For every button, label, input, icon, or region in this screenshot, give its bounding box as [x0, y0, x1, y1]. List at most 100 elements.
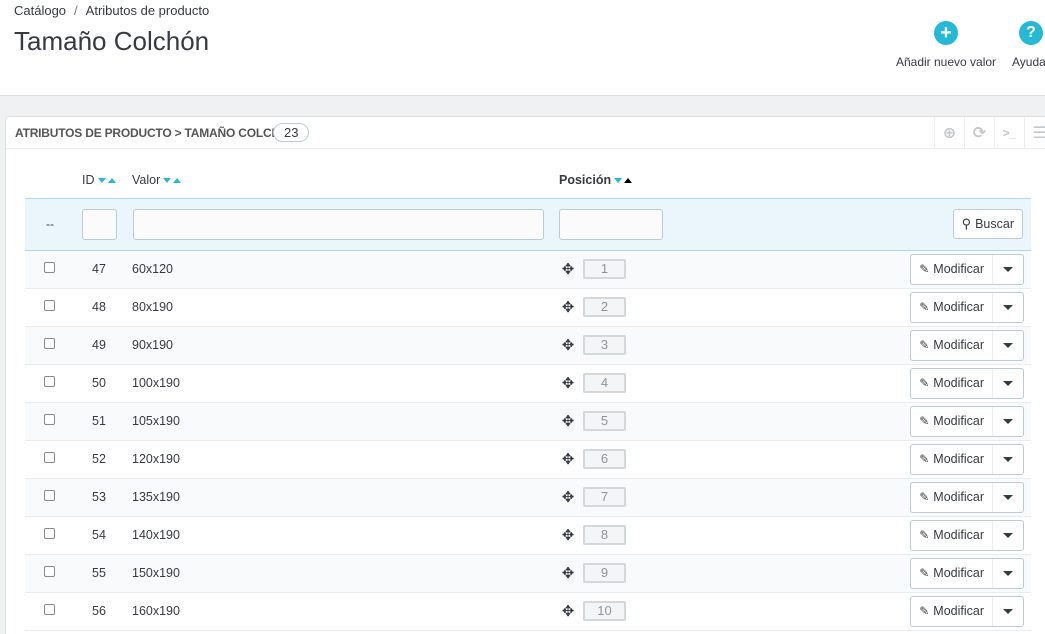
row-checkbox[interactable] — [44, 300, 55, 311]
sort-desc-icon[interactable] — [163, 178, 172, 184]
id-filter-input[interactable] — [82, 208, 117, 240]
table-row[interactable]: 48 80x190 ✥ 2 ✎ Modificar — [25, 288, 1031, 327]
edit-button[interactable]: ✎ Modificar — [911, 254, 993, 284]
edit-button[interactable]: ✎ Modificar — [911, 444, 993, 474]
actions-dropdown-toggle[interactable] — [993, 483, 1023, 512]
row-select-cell — [25, 288, 82, 327]
row-checkbox[interactable] — [44, 566, 55, 577]
row-actions-cell: ✎ Modificar — [739, 554, 1031, 593]
database-icon[interactable]: ☰ — [1024, 117, 1045, 149]
table-row[interactable]: 54 140x190 ✥ 8 ✎ Modificar — [25, 516, 1031, 555]
position-filter-input[interactable] — [559, 208, 663, 240]
row-select-cell — [25, 326, 82, 365]
row-action-group: ✎ Modificar — [910, 557, 1024, 589]
drag-handle-icon[interactable]: ✥ — [559, 374, 577, 392]
add-new-value-button[interactable]: + Añadir nuevo valor — [893, 21, 999, 69]
row-value: 80x190 — [132, 288, 559, 327]
table-row[interactable]: 55 150x190 ✥ 9 ✎ Modificar — [25, 554, 1031, 593]
edit-button[interactable]: ✎ Modificar — [911, 520, 993, 550]
drag-handle-icon[interactable]: ✥ — [559, 488, 577, 506]
actions-dropdown-toggle[interactable] — [993, 407, 1023, 436]
drag-handle-icon[interactable]: ✥ — [559, 336, 577, 354]
row-id: 47 — [82, 250, 132, 289]
position-badge: 10 — [583, 601, 626, 621]
edit-button[interactable]: ✎ Modificar — [911, 482, 993, 512]
position-badge: 3 — [583, 335, 626, 355]
drag-handle-icon[interactable]: ✥ — [559, 526, 577, 544]
row-position-cell: ✥ 1 — [559, 250, 739, 289]
actions-dropdown-toggle[interactable] — [993, 255, 1023, 284]
row-position-cell: ✥ 2 — [559, 288, 739, 327]
edit-button[interactable]: ✎ Modificar — [911, 292, 993, 322]
row-checkbox[interactable] — [44, 338, 55, 349]
page-title: Tamaño Colchón — [14, 26, 210, 56]
row-actions-cell: ✎ Modificar — [739, 326, 1031, 365]
sort-asc-icon[interactable] — [624, 178, 633, 184]
terminal-icon[interactable]: >_ — [994, 117, 1024, 149]
table-row[interactable]: 51 105x190 ✥ 5 ✎ Modificar — [25, 402, 1031, 441]
value-filter-input[interactable] — [133, 208, 544, 240]
table-row[interactable]: 50 100x190 ✥ 4 ✎ Modificar — [25, 364, 1031, 403]
row-action-group: ✎ Modificar — [910, 405, 1024, 437]
drag-handle-icon[interactable]: ✥ — [559, 298, 577, 316]
table-row[interactable]: 56 160x190 ✥ 10 ✎ Modificar — [25, 592, 1031, 631]
row-action-group: ✎ Modificar — [910, 367, 1024, 399]
drag-handle-icon[interactable]: ✥ — [559, 564, 577, 582]
actions-dropdown-toggle[interactable] — [993, 445, 1023, 474]
row-select-cell — [25, 592, 82, 631]
actions-dropdown-toggle[interactable] — [993, 559, 1023, 588]
row-checkbox[interactable] — [44, 490, 55, 501]
sort-desc-icon[interactable] — [97, 178, 106, 184]
sort-asc-icon[interactable] — [173, 178, 182, 184]
table-row[interactable]: 53 135x190 ✥ 7 ✎ Modificar — [25, 478, 1031, 517]
row-position-cell: ✥ 8 — [559, 516, 739, 555]
row-checkbox[interactable] — [44, 376, 55, 387]
row-checkbox[interactable] — [44, 604, 55, 615]
drag-handle-icon[interactable]: ✥ — [559, 602, 577, 620]
drag-handle-icon[interactable]: ✥ — [559, 450, 577, 468]
row-position-cell: ✥ 4 — [559, 364, 739, 403]
edit-button[interactable]: ✎ Modificar — [911, 330, 993, 360]
chevron-down-icon — [1003, 380, 1013, 386]
edit-button[interactable]: ✎ Modificar — [911, 596, 993, 626]
row-id: 53 — [82, 478, 132, 517]
pencil-icon: ✎ — [919, 338, 930, 352]
table-row[interactable]: 49 90x190 ✥ 3 ✎ Modificar — [25, 326, 1031, 365]
table-row[interactable]: 52 120x190 ✥ 6 ✎ Modificar — [25, 440, 1031, 479]
sort-asc-icon[interactable] — [107, 178, 116, 184]
breadcrumb-catalog-link[interactable]: Catálogo — [14, 3, 66, 18]
chevron-down-icon — [1003, 342, 1013, 348]
row-value: 60x120 — [132, 250, 559, 289]
breadcrumb: Catálogo / Atributos de producto — [14, 3, 209, 18]
row-actions-cell: ✎ Modificar — [739, 440, 1031, 479]
drag-handle-icon[interactable]: ✥ — [559, 260, 577, 278]
search-button[interactable]: ⚲ Buscar — [952, 209, 1023, 239]
breadcrumb-current[interactable]: Atributos de producto — [86, 3, 210, 18]
actions-dropdown-toggle[interactable] — [993, 369, 1023, 398]
edit-button[interactable]: ✎ Modificar — [911, 368, 993, 398]
edit-button[interactable]: ✎ Modificar — [911, 406, 993, 436]
pencil-icon: ✎ — [919, 376, 930, 390]
pencil-icon: ✎ — [919, 490, 930, 504]
row-action-group: ✎ Modificar — [910, 291, 1024, 323]
row-checkbox[interactable] — [44, 528, 55, 539]
chevron-down-icon — [1003, 570, 1013, 576]
table-row[interactable]: 47 60x120 ✥ 1 ✎ Modificar — [25, 250, 1031, 289]
row-checkbox[interactable] — [44, 262, 55, 273]
actions-dropdown-toggle[interactable] — [993, 331, 1023, 360]
drag-handle-icon[interactable]: ✥ — [559, 412, 577, 430]
row-checkbox[interactable] — [44, 414, 55, 425]
pencil-icon: ✎ — [919, 452, 930, 466]
add-icon[interactable]: ⊕ — [934, 117, 964, 149]
refresh-icon[interactable]: ⟳ — [964, 117, 994, 149]
row-checkbox[interactable] — [44, 452, 55, 463]
sort-desc-icon[interactable] — [614, 178, 623, 184]
edit-button[interactable]: ✎ Modificar — [911, 558, 993, 588]
row-select-cell — [25, 440, 82, 479]
actions-dropdown-toggle[interactable] — [993, 293, 1023, 322]
actions-dropdown-toggle[interactable] — [993, 521, 1023, 550]
actions-dropdown-toggle[interactable] — [993, 597, 1023, 626]
help-button[interactable]: ? Ayuda — [1012, 21, 1045, 69]
table-body: 47 60x120 ✥ 1 ✎ Modificar 48 80x190 ✥ 2 … — [25, 250, 1031, 631]
row-id: 54 — [82, 516, 132, 555]
